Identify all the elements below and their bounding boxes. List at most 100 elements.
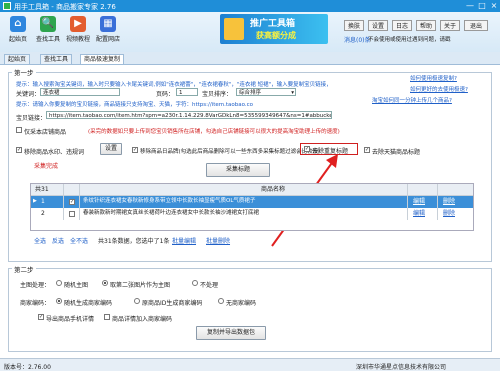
main-image-second-radio[interactable] xyxy=(102,280,108,286)
arrow-head xyxy=(326,154,338,168)
code-original-radio[interactable] xyxy=(134,298,140,304)
export-sku-checkbox[interactable] xyxy=(104,314,110,320)
row-edit-link[interactable]: 编辑 xyxy=(413,196,425,207)
gift-icon xyxy=(224,18,244,40)
select-none-link[interactable]: 全不选 xyxy=(70,236,88,245)
chevron-down-icon: ▾ xyxy=(291,90,294,96)
watermark-checkbox[interactable]: ✓ xyxy=(16,147,22,153)
search-icon: 🔍 xyxy=(40,16,56,32)
main-image-none-radio[interactable] xyxy=(192,280,198,286)
collect-title-button[interactable]: 采集标题 xyxy=(206,163,270,177)
store-only-checkbox[interactable] xyxy=(16,127,22,133)
batch-delete-link[interactable]: 批量删除 xyxy=(206,236,230,245)
product-table: 共31 商品名称 ▶ 1 ✓ 条纹针织连衣裙女春秋新修身系带立领中长款长袖显瘦气… xyxy=(30,183,474,231)
count-header: 共31 xyxy=(35,186,49,193)
remove-tmall-checkbox[interactable]: ✓ xyxy=(364,147,370,153)
help-button[interactable]: 帮助 xyxy=(416,20,436,31)
code-random-radio[interactable] xyxy=(56,298,62,304)
main-image-random-label: 随机主图 xyxy=(64,282,89,289)
howto-fast-copy-link[interactable]: 如何使用极速复制? xyxy=(410,74,457,82)
url-input[interactable]: https://item.taobao.com/item.htm?spm=a23… xyxy=(46,111,332,119)
grid-divider xyxy=(63,184,64,220)
row-checkbox[interactable] xyxy=(69,211,75,217)
main-image-second-label: 取第二张图片作为主图 xyxy=(110,282,171,289)
code-random-label: 随机生成商家编码 xyxy=(64,300,113,307)
page-input[interactable]: 1 xyxy=(176,88,198,96)
step1-hint1: 提示：输入搜索淘宝关键词，输入时只要输入卡尾关键词,例如"连衣裙蕾"，"连衣裙春… xyxy=(16,82,332,88)
row-delete-link[interactable]: 删除 xyxy=(443,208,455,219)
grid-divider xyxy=(437,184,438,220)
code-none-radio[interactable] xyxy=(218,298,224,304)
promo-banner[interactable]: 推广工具箱 获高额分成 xyxy=(220,14,328,44)
title-bar: 用手工具箱 - 商品搬家专家 2.76 — □ × xyxy=(0,0,500,12)
remove-brand-checkbox[interactable]: ✓ xyxy=(132,147,138,153)
batch-edit-link[interactable]: 批量编辑 xyxy=(172,236,196,245)
selection-count: 共31条数据，您选中了1条 xyxy=(98,238,170,245)
page-label: 页码： xyxy=(156,91,175,98)
store-hint: (采完的数据如只要上传到您宝贝销售所在店铺，勾选自己店铺链接可以很大的提高淘宝助… xyxy=(88,129,340,135)
message-note: 不会使用或使用过遇到问题，请戳 xyxy=(368,37,451,43)
toolbar-store[interactable]: ▦ 配置网店 xyxy=(94,14,122,50)
name-header: 商品名称 xyxy=(261,186,286,193)
row-product-name: 春装新款新时期裙女真丝长裙荷叶边连衣裙女中长款长袖沙滩裙女打底裙 xyxy=(83,210,260,216)
banner-line2: 获高额分成 xyxy=(256,31,296,40)
exit-button[interactable]: 退出 xyxy=(464,20,488,31)
remove-tmall-label: 去除天猫商品标题 xyxy=(372,149,421,156)
toolbar-search-label: 查找工具 xyxy=(35,36,60,43)
store-icon: ▦ xyxy=(100,16,116,32)
sort-select-value: 综合排序 xyxy=(239,90,262,96)
export-sku-label: 商品详情加入商家编码 xyxy=(112,316,173,323)
skin-button[interactable]: 换肤 xyxy=(344,20,364,31)
export-mobile-detail-label: 导出商品手机详情 xyxy=(46,316,95,323)
collect-status: 采集完成 xyxy=(34,163,59,170)
row-checkbox[interactable]: ✓ xyxy=(69,199,75,205)
howto-better-link[interactable]: 如何更好的去使用极速? xyxy=(410,85,468,93)
sort-select[interactable]: 综合排序 ▾ xyxy=(236,88,296,96)
select-all-link[interactable]: 全选 xyxy=(34,236,46,245)
step1-hint2: 提示：请输入你要复制的宝贝链接，商品链接只支持淘宝、天猫，字符：https://… xyxy=(16,102,254,108)
watermark-label: 移除商品水印、违规词 xyxy=(24,149,85,156)
grid-divider xyxy=(407,184,408,220)
main-image-label: 主图处理： xyxy=(20,282,51,289)
main-image-random-radio[interactable] xyxy=(56,280,62,286)
toolbar-video-label: 视频教程 xyxy=(65,36,90,43)
invert-selection-link[interactable]: 反选 xyxy=(52,236,64,245)
url-label: 宝贝链接： xyxy=(16,115,47,122)
keyword-label: 关键词： xyxy=(16,91,41,98)
merchant-code-label: 商家编码： xyxy=(20,300,51,307)
tab-fast-copy[interactable]: 商品极速复制 xyxy=(80,54,125,64)
toolbar-store-label: 配置网店 xyxy=(95,36,120,43)
store-only-label: 仅采本店铺商品 xyxy=(24,129,67,136)
watermark-settings-button[interactable]: 设置 xyxy=(100,143,122,155)
row-pointer-icon: ▶ xyxy=(33,198,37,204)
row-edit-link[interactable]: 编辑 xyxy=(413,208,425,219)
export-package-button[interactable]: 复制并导出数据包 xyxy=(196,326,266,340)
window-title: 用手工具箱 - 商品搬家专家 2.76 xyxy=(14,3,116,11)
banner-line1: 推广工具箱 xyxy=(250,19,296,29)
about-button[interactable]: 关于 xyxy=(440,20,460,31)
log-button[interactable]: 日志 xyxy=(392,20,412,31)
toolbar-home-label: 起始页 xyxy=(8,36,27,43)
howto-upload-link[interactable]: 淘宝如何同一分钟上传几个商品? xyxy=(372,96,452,104)
close-button[interactable]: × xyxy=(488,1,500,11)
tab-start[interactable]: 起始页 xyxy=(4,54,31,64)
maximize-button[interactable]: □ xyxy=(476,1,488,11)
toolbar-home[interactable]: ⌂ 起始页 xyxy=(4,14,32,50)
settings-button[interactable]: 设置 xyxy=(368,20,388,31)
tab-search-tool[interactable]: 查找工具 xyxy=(40,54,73,64)
row-product-name: 条纹针织连衣裙女春秋新修身系带立领中长款长袖显瘦气质OL气质裙子 xyxy=(83,198,256,204)
message-link[interactable]: 消息(0)条 xyxy=(344,35,371,44)
tab-strip: 起始页 查找工具 商品极速复制 xyxy=(0,52,500,65)
row-delete-link[interactable]: 删除 xyxy=(443,196,455,207)
toolbar-search-tool[interactable]: 🔍 查找工具 xyxy=(34,14,62,50)
code-none-label: 无商家编码 xyxy=(226,300,257,307)
export-mobile-detail-checkbox[interactable]: ✓ xyxy=(38,314,44,320)
main-image-none-label: 不处理 xyxy=(200,282,219,289)
grid-divider xyxy=(79,184,80,220)
status-bar: 版本号：2.76.00 深圳市华通星点信息技术有限公司 xyxy=(0,358,500,371)
minimize-button[interactable]: — xyxy=(464,1,476,11)
step2-title: 第二步 xyxy=(12,264,36,274)
toolbar-video[interactable]: ▶ 视频教程 xyxy=(64,14,92,50)
row-number: 2 xyxy=(41,210,45,217)
keyword-input[interactable]: 连衣裙 xyxy=(40,88,120,96)
